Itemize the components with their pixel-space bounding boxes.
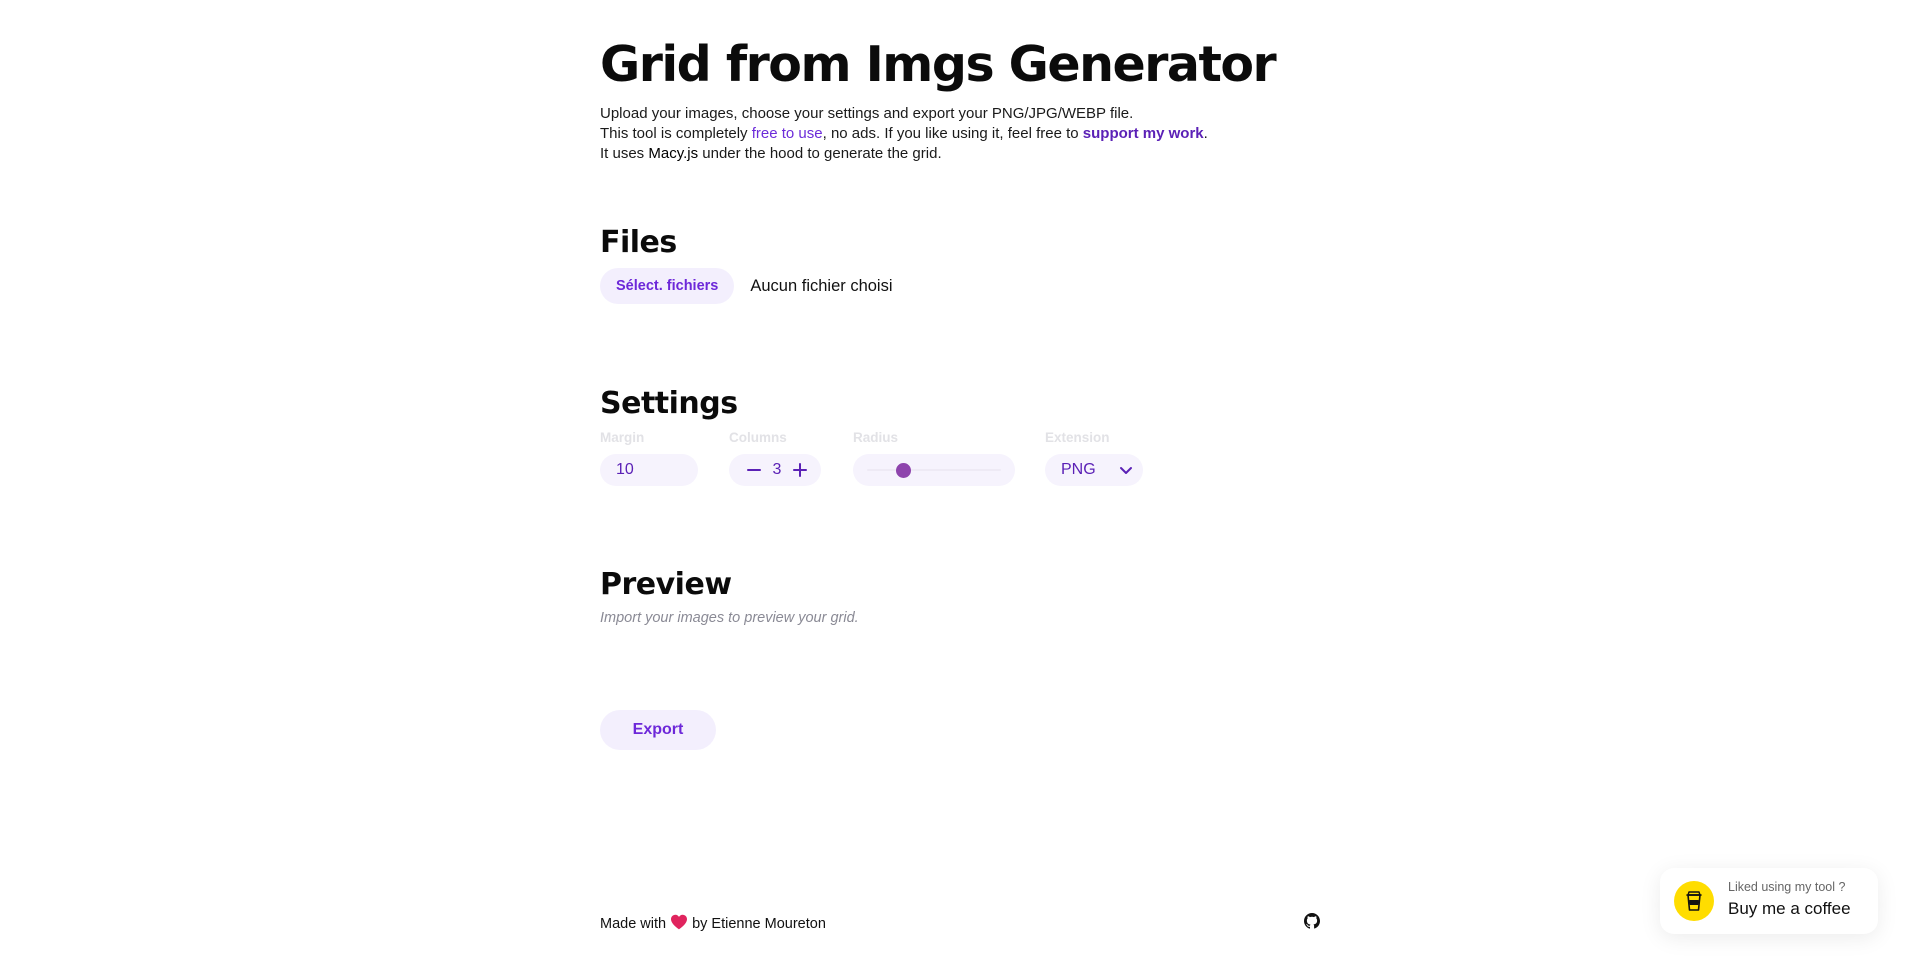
columns-value: 3 [772, 461, 782, 478]
chevron-down-icon [1119, 464, 1133, 482]
intro-line-3-part: It uses [600, 145, 649, 162]
plus-icon[interactable] [789, 459, 811, 481]
extension-select[interactable]: PNG [1045, 454, 1143, 486]
page-title: Grid from Imgs Generator [600, 36, 1277, 93]
radius-slider[interactable] [853, 454, 1015, 486]
margin-input[interactable] [600, 461, 686, 479]
select-files-button[interactable]: Sélect. fichiers [600, 268, 735, 304]
github-icon[interactable] [1304, 913, 1320, 934]
files-heading: Files [600, 225, 677, 260]
intro-line-3-part: under the hood to generate the grid. [698, 145, 942, 162]
footer-author: by Etienne Moureton [692, 916, 826, 932]
heart-icon [670, 914, 688, 934]
footer-made-with: Made with [600, 916, 667, 932]
margin-label: Margin [600, 430, 645, 445]
intro-line-2-part: This tool is completely [600, 125, 752, 142]
intro-line-2-part: , no ads. If you like using it, feel fre… [822, 125, 1083, 142]
margin-input-wrap [600, 454, 698, 486]
export-button[interactable]: Export [600, 710, 716, 750]
intro-line-3: It uses Macy.js under the hood to genera… [600, 144, 1208, 164]
bmc-subtitle: Liked using my tool ? [1728, 880, 1846, 894]
intro-line-2: This tool is completely free to use, no … [600, 124, 1208, 144]
columns-stepper: 3 [729, 454, 821, 486]
radius-slider-thumb[interactable] [895, 463, 911, 478]
intro-line-2-part: . [1203, 125, 1208, 142]
bmc-title: Buy me a coffee [1728, 899, 1851, 918]
radius-slider-track[interactable] [867, 469, 1001, 471]
preview-heading: Preview [600, 567, 732, 602]
support-my-work-link[interactable]: support my work [1083, 125, 1204, 142]
settings-heading: Settings [600, 386, 738, 421]
preview-hint: Import your images to preview your grid. [600, 610, 859, 626]
coffee-cup-icon [1674, 881, 1714, 921]
footer: Made with by Etienne Moureton [600, 914, 826, 934]
intro-line-1: Upload your images, choose your settings… [600, 105, 1134, 122]
columns-label: Columns [729, 430, 787, 445]
buy-me-a-coffee-widget[interactable]: Liked using my tool ? Buy me a coffee [1660, 868, 1878, 934]
radius-label: Radius [853, 430, 899, 445]
file-status: Aucun fichier choisi [750, 276, 893, 295]
extension-label: Extension [1045, 430, 1110, 445]
free-to-use-link[interactable]: free to use [752, 125, 823, 142]
macy-js-name: Macy.js [648, 145, 699, 162]
extension-value: PNG [1061, 461, 1096, 478]
minus-icon[interactable] [743, 459, 765, 481]
file-picker: Sélect. fichiers Aucun fichier choisi [600, 268, 893, 304]
intro-text: Upload your images, choose your settings… [600, 104, 1208, 164]
